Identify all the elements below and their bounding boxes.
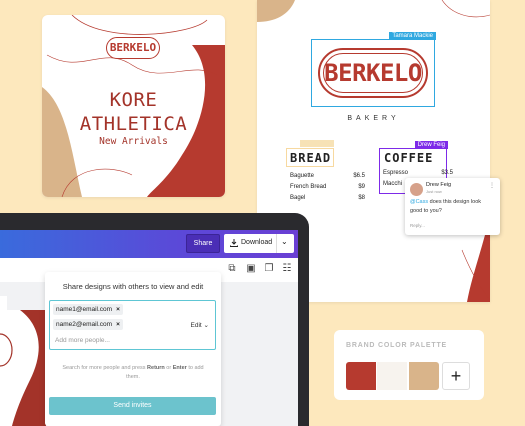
preview-shapes — [0, 310, 46, 426]
selected-logo-element[interactable]: Tamara Mackie BERKELO — [311, 32, 436, 107]
close-icon[interactable]: × — [116, 306, 120, 313]
bread-item: French Bread $9 — [290, 184, 365, 190]
color-swatch-tan[interactable] — [409, 362, 439, 390]
color-swatch-white[interactable] — [377, 362, 407, 390]
collaborator-tag-drew: Drew Feig — [414, 141, 448, 149]
comment-mention[interactable]: @Cass — [410, 199, 428, 205]
copy-style-icon[interactable]: ⧉ — [226, 263, 238, 275]
comment-time: Just now — [426, 189, 442, 194]
chevron-down-icon[interactable]: ⌄ — [281, 237, 288, 246]
share-panel: Share designs with others to view and ed… — [45, 272, 221, 426]
close-icon[interactable]: × — [116, 321, 120, 328]
share-hint: Search for more people and press Return … — [62, 365, 204, 380]
trash-icon[interactable]: ☷ — [281, 263, 293, 275]
kore-title-line1: KORE — [109, 89, 158, 111]
lock-icon[interactable]: ▣ — [245, 263, 257, 275]
download-button[interactable]: Download ⌄ — [224, 234, 294, 253]
kore-stamp: BERKELO — [106, 37, 160, 59]
kore-athletica-design-card[interactable]: BERKELO KORE ATHLETICA New Arrivals — [42, 15, 225, 197]
share-panel-header: Share designs with others to view and ed… — [62, 282, 204, 291]
download-label: Download — [241, 239, 273, 246]
bakery-label: BAKERY — [347, 115, 400, 122]
add-color-button[interactable]: + — [442, 362, 470, 390]
collaborator-tag-tamara: Tamara Mackie — [389, 32, 436, 40]
editor-topbar: Share Download ⌄ — [0, 230, 298, 258]
laptop-frame: Share Download ⌄ ⧉ ▣ ❐ ☷ Share designs w… — [0, 213, 309, 426]
berkelo-logo: BERKELO — [318, 48, 428, 98]
more-options-icon[interactable]: ⋮ — [489, 182, 495, 189]
avatar — [410, 183, 423, 196]
permission-select[interactable]: Edit ⌄ — [191, 321, 209, 329]
comment-body: @Cass does this design look good to you? — [410, 198, 490, 216]
color-swatch-red[interactable] — [346, 362, 376, 390]
kore-title-line2: ATHLETICA — [79, 113, 188, 135]
reply-input[interactable]: Reply... — [410, 223, 425, 228]
bread-heading-box[interactable]: BREAD — [286, 140, 334, 167]
canvas-design-preview[interactable] — [0, 310, 46, 426]
coffee-heading: COFFEE — [384, 151, 434, 165]
add-people-input[interactable]: Add more people... — [55, 337, 110, 344]
brand-color-palette: BRAND COLOR PALETTE + — [334, 330, 484, 400]
people-input-field[interactable]: name1@email.com × name2@email.com × Edit ⌄… — [49, 300, 216, 350]
duplicate-icon[interactable]: ❐ — [263, 263, 275, 275]
download-icon — [230, 239, 238, 247]
share-button[interactable]: Share — [186, 234, 220, 253]
bread-item: Baguette $6.5 — [290, 173, 365, 179]
kore-subtitle: New Arrivals — [99, 136, 168, 147]
palette-title: BRAND COLOR PALETTE — [346, 342, 448, 349]
editor-screen: Share Download ⌄ ⧉ ▣ ❐ ☷ Share designs w… — [0, 230, 298, 426]
bread-heading: BREAD — [290, 151, 332, 165]
comment-author: Drew Feig — [426, 182, 452, 188]
send-invites-button[interactable]: Send invites — [49, 397, 216, 415]
email-chip[interactable]: name1@email.com × — [53, 304, 123, 315]
bread-item: Bagel $8 — [290, 195, 365, 201]
bread-list: Baguette $6.5 French Bread $9 Bagel $8 — [290, 173, 365, 206]
comment-popup: Drew Feig Just now ⋮ @Cass does this des… — [405, 178, 500, 235]
collaborator-tag-faded — [300, 140, 334, 147]
berkelo-logo-text: BERKELO — [324, 59, 422, 87]
email-chip[interactable]: name2@email.com × — [53, 319, 123, 330]
